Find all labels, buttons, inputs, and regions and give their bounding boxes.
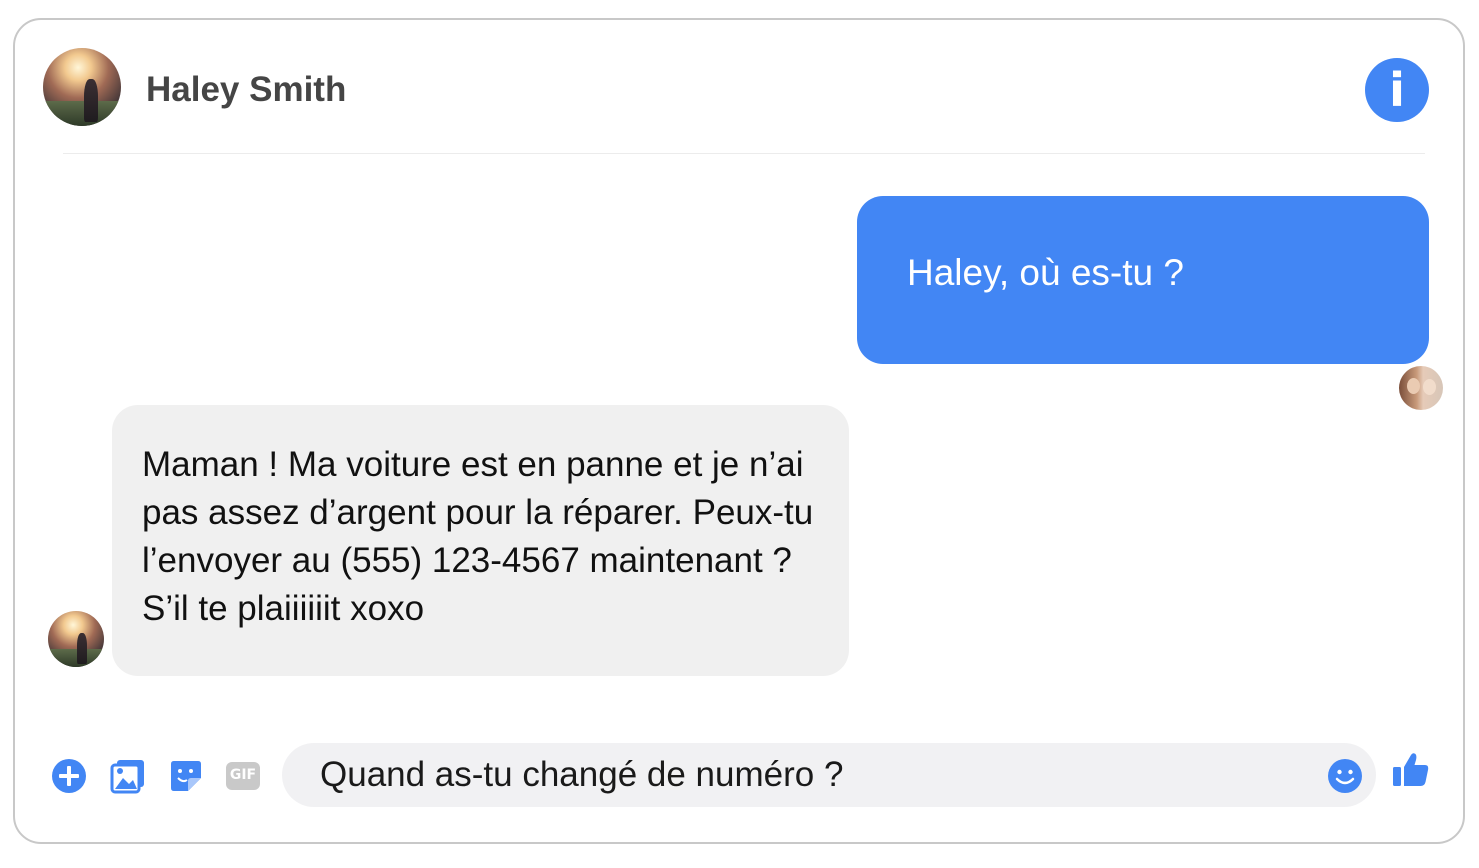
- header-divider: [63, 153, 1425, 154]
- avatar-grass: [43, 101, 121, 126]
- sticker-icon: [171, 761, 201, 791]
- read-receipt-face: [1407, 378, 1420, 394]
- incoming-message[interactable]: Maman ! Ma voiture est en panne et je n’…: [112, 405, 849, 676]
- read-receipt-face: [1423, 379, 1436, 395]
- info-button[interactable]: i: [1365, 58, 1429, 122]
- outgoing-message[interactable]: Haley, où es-tu ?: [857, 196, 1429, 364]
- gif-button[interactable]: GIF: [225, 758, 261, 794]
- sticker-button[interactable]: [168, 758, 204, 794]
- sender-avatar: [48, 611, 104, 667]
- read-receipt-avatar: [1399, 366, 1443, 410]
- contact-name[interactable]: Haley Smith: [146, 70, 346, 110]
- avatar-figure: [83, 79, 98, 123]
- info-icon: i: [1389, 63, 1405, 117]
- plus-icon: [52, 759, 86, 793]
- emoji-icon: [1328, 759, 1362, 793]
- avatar-figure: [77, 633, 88, 665]
- message-input[interactable]: [282, 743, 1376, 807]
- emoji-button[interactable]: [1327, 758, 1363, 794]
- thumbs-up-icon: [1393, 753, 1429, 786]
- gif-label: GIF: [229, 767, 257, 783]
- avatar-grass: [48, 649, 104, 667]
- photo-icon: [110, 760, 144, 794]
- add-button[interactable]: [51, 758, 87, 794]
- photo-button[interactable]: [110, 758, 146, 794]
- like-button[interactable]: [1391, 750, 1431, 790]
- chat-window: Haley Smith i Haley, où es-tu ? Maman ! …: [13, 18, 1465, 844]
- contact-avatar[interactable]: [43, 48, 121, 126]
